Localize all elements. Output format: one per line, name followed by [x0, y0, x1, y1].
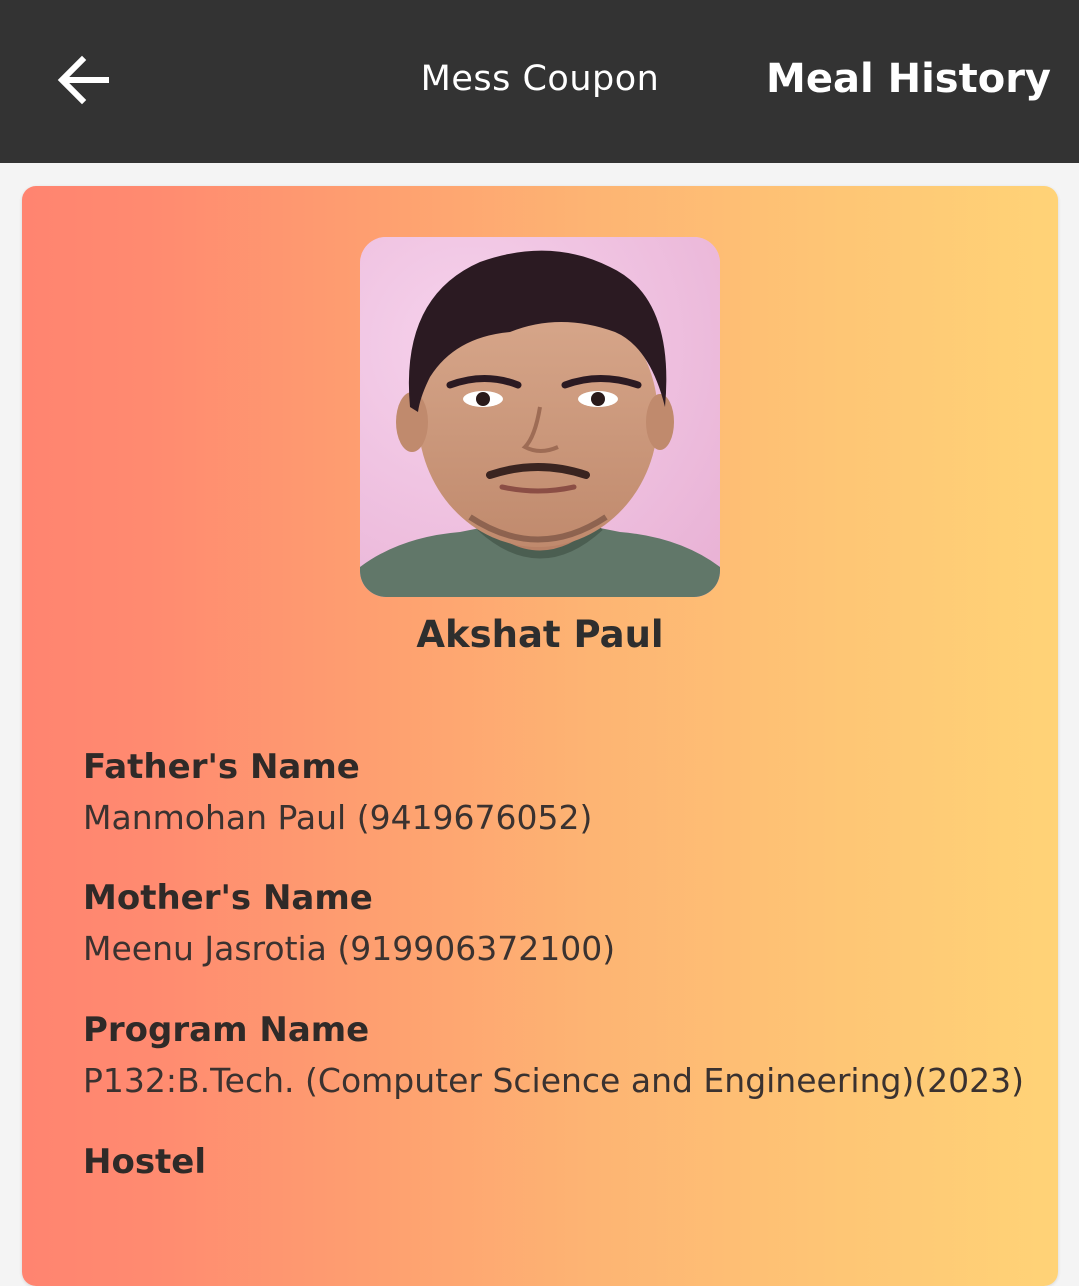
fathers-name-value: Manmohan Paul (9419676052)	[83, 798, 593, 837]
program-name-label: Program Name	[83, 1010, 370, 1050]
student-name: Akshat Paul	[416, 613, 664, 656]
hostel-label: Hostel	[83, 1142, 207, 1182]
program-name-value: P132:B.Tech. (Computer Science and Engin…	[83, 1061, 1025, 1100]
arrow-left-icon	[57, 55, 109, 105]
mothers-name-label: Mother's Name	[83, 878, 373, 918]
fathers-name-label: Father's Name	[83, 747, 360, 787]
student-photo	[360, 237, 720, 597]
tab-mess-coupon[interactable]: Mess Coupon	[410, 52, 670, 106]
back-button[interactable]	[48, 46, 120, 114]
student-profile-card: Akshat Paul Father's Name Manmohan Paul …	[22, 186, 1058, 1286]
mothers-name-value: Meenu Jasrotia (919906372100)	[83, 929, 616, 968]
tab-meal-history[interactable]: Meal History	[766, 50, 1051, 108]
app-header: Mess Coupon Meal History	[0, 0, 1079, 163]
